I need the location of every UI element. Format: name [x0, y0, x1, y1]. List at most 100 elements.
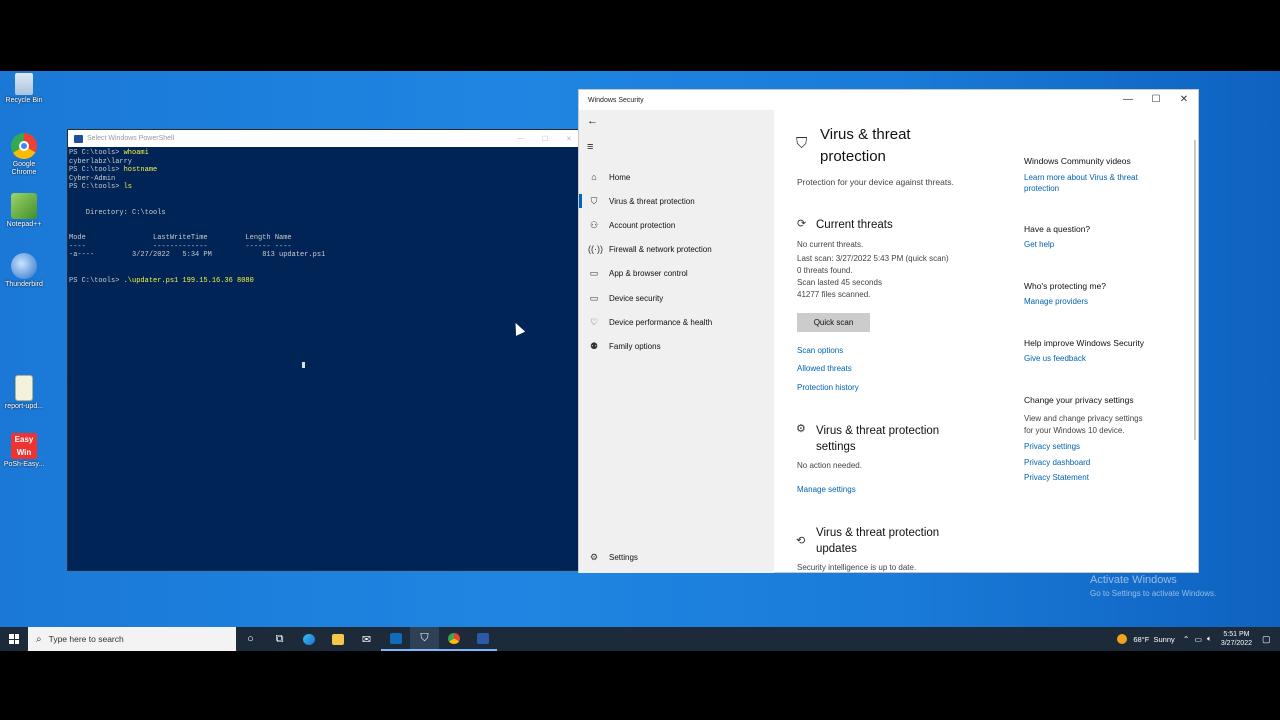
- network-icon[interactable]: ▭: [1194, 635, 1202, 644]
- nav-firewall[interactable]: ((·)) Firewall & network protection: [579, 238, 774, 260]
- close-button[interactable]: ✕: [1170, 90, 1198, 110]
- windows-security-titlebar[interactable]: Windows Security — ☐ ✕: [579, 90, 1198, 110]
- desktop-icon-recycle-bin[interactable]: Recycle Bin: [2, 73, 46, 105]
- privacy-text: View and change privacy settings: [1024, 414, 1143, 423]
- give-feedback-link[interactable]: Give us feedback: [1024, 353, 1086, 364]
- nav-settings[interactable]: ⚙ Settings: [579, 546, 774, 568]
- back-arrow-icon[interactable]: ←: [587, 115, 598, 127]
- powershell-window[interactable]: Select Windows PowerShell — ☐ ✕ PS C:\to…: [67, 129, 579, 571]
- console-line: PS C:\tools> ls: [69, 183, 577, 192]
- desktop-icon-posh-easy[interactable]: Easy Win PoSh-Easy...: [2, 433, 46, 469]
- powershell-icon: [74, 134, 83, 143]
- mail-icon[interactable]: ✉: [352, 627, 381, 651]
- powershell-titlebar[interactable]: Select Windows PowerShell — ☐ ✕: [68, 130, 578, 147]
- nav-family-options[interactable]: ⚉ Family options: [579, 335, 774, 357]
- desktop-icon-thunderbird[interactable]: Thunderbird: [2, 253, 46, 289]
- updates-heading-line2: updates: [816, 543, 857, 555]
- community-link[interactable]: Learn more about Virus & threat: [1024, 172, 1138, 183]
- nav-device-performance[interactable]: ♡ Device performance & health: [579, 311, 774, 333]
- settings-gear-icon: ⚙: [796, 423, 806, 435]
- weather-widget[interactable]: 68°F Sunny: [1117, 634, 1175, 644]
- console-command: ls: [123, 183, 133, 191]
- hamburger-menu-icon[interactable]: ≡: [587, 141, 593, 153]
- windows-security-icon[interactable]: ⛉: [410, 627, 439, 651]
- console-prompt: PS C:\tools>: [69, 276, 124, 285]
- chevron-up-icon[interactable]: ⌃: [1183, 635, 1190, 644]
- taskbar: ⌕ Type here to search ○ ⧉ ✉ ⛉ 68°F Sunny…: [0, 627, 1280, 651]
- console-line: cyberlabz\larry: [69, 157, 133, 166]
- file-explorer-icon[interactable]: [323, 627, 352, 651]
- nav-device-security[interactable]: ▭ Device security: [579, 287, 774, 309]
- scan-options-link[interactable]: Scan options: [797, 345, 843, 356]
- home-icon: ⌂: [591, 172, 597, 182]
- powershell-console[interactable]: PS C:\tools> whoami cyberlabz\larry PS C:\…: [68, 147, 578, 287]
- console-line: Directory: C:\tools: [69, 208, 166, 217]
- powershell-icon[interactable]: [468, 627, 497, 651]
- protection-settings-heading-line2: settings: [816, 441, 856, 453]
- file-icon: [15, 375, 33, 401]
- task-view-icon[interactable]: ⧉: [265, 627, 294, 651]
- nav-account-protection[interactable]: ⚇ Account protection: [579, 214, 774, 236]
- chrome-icon[interactable]: [439, 627, 468, 651]
- current-threats-heading: Current threats: [816, 219, 893, 231]
- start-button[interactable]: [0, 627, 28, 651]
- desktop-icon-notepadpp[interactable]: Notepad++: [2, 193, 46, 229]
- allowed-threats-link[interactable]: Allowed threats: [797, 363, 852, 374]
- manage-settings-link[interactable]: Manage settings: [797, 484, 856, 495]
- notepadpp-icon: [11, 193, 37, 219]
- clock[interactable]: 5:51 PM 3/27/2022: [1221, 630, 1252, 648]
- community-link-cont[interactable]: protection: [1024, 183, 1059, 194]
- thunderbird-icon: [11, 253, 37, 279]
- last-scan: Last scan: 3/27/2022 5:43 PM (quick scan…: [797, 254, 949, 263]
- recycle-bin-icon: [15, 73, 33, 95]
- console-line: PS C:\tools> .\updater.ps1 199.15.16.36 …: [69, 277, 577, 286]
- maximize-button[interactable]: ☐: [1142, 90, 1170, 110]
- threat-status: No current threats.: [797, 240, 864, 249]
- protection-history-link[interactable]: Protection history: [797, 382, 859, 393]
- desktop-icon-report[interactable]: report-upd...: [2, 375, 46, 411]
- console-cursor: [302, 362, 305, 368]
- nav-virus-threat-protection[interactable]: ⛉ Virus & threat protection: [579, 190, 774, 212]
- windows-security-window[interactable]: Windows Security — ☐ ✕ ← ≡ ⌂ Home ⛉ Virus …: [578, 89, 1199, 573]
- desktop-icon-chrome[interactable]: Google Chrome: [2, 133, 46, 177]
- console-command: whoami: [123, 149, 149, 157]
- console-prompt: PS C:\tools>: [69, 183, 124, 191]
- console-line: -a---- 3/27/2022 5:34 PM 813 updater.ps1: [69, 251, 326, 259]
- notification-icon[interactable]: ▢: [1262, 634, 1276, 645]
- cortana-icon[interactable]: ○: [236, 627, 265, 651]
- nav-home[interactable]: ⌂ Home: [579, 166, 774, 188]
- app-browser-icon: ▭: [589, 267, 599, 278]
- taskbar-search[interactable]: ⌕ Type here to search: [28, 627, 236, 651]
- privacy-settings-link[interactable]: Privacy settings: [1024, 441, 1080, 452]
- maximize-button[interactable]: ☐: [542, 135, 548, 143]
- laptop-icon: ▭: [589, 292, 599, 303]
- outlook-icon[interactable]: [381, 627, 410, 651]
- get-help-link[interactable]: Get help: [1024, 239, 1054, 250]
- privacy-text-cont: for your Windows 10 device.: [1024, 426, 1125, 435]
- close-button[interactable]: ✕: [566, 135, 572, 143]
- manage-providers-link[interactable]: Manage providers: [1024, 296, 1088, 307]
- windows-logo-icon: [9, 634, 19, 644]
- console-line: ---- ------------- ------ ----: [69, 242, 292, 251]
- privacy-dashboard-link[interactable]: Privacy dashboard: [1024, 457, 1090, 468]
- improve-heading: Help improve Windows Security: [1024, 338, 1144, 348]
- edge-icon[interactable]: [294, 627, 323, 651]
- clock-date: 3/27/2022: [1220, 640, 1252, 647]
- minimize-button[interactable]: —: [1114, 90, 1142, 110]
- activate-windows-watermark: Activate Windows Go to Settings to activ…: [1090, 574, 1217, 598]
- minimize-button[interactable]: —: [517, 135, 524, 143]
- volume-icon[interactable]: 🔈︎: [1207, 634, 1212, 644]
- console-line: Cyber-Admin: [69, 174, 116, 183]
- nav-app-browser[interactable]: ▭ App & browser control: [579, 262, 774, 284]
- security-nav: ← ≡ ⌂ Home ⛉ Virus & threat protection ⚇ Ac…: [579, 110, 774, 573]
- console-line: PS C:\tools> whoami: [69, 149, 577, 158]
- privacy-statement-link[interactable]: Privacy Statement: [1024, 472, 1089, 483]
- wifi-icon: ((·)): [588, 244, 603, 254]
- quick-scan-button[interactable]: Quick scan: [797, 313, 870, 332]
- scrollbar[interactable]: [1194, 140, 1196, 440]
- screen: Recycle Bin Google Chrome Notepad++ Thund…: [0, 0, 1280, 720]
- console-prompt: PS C:\tools>: [69, 166, 124, 174]
